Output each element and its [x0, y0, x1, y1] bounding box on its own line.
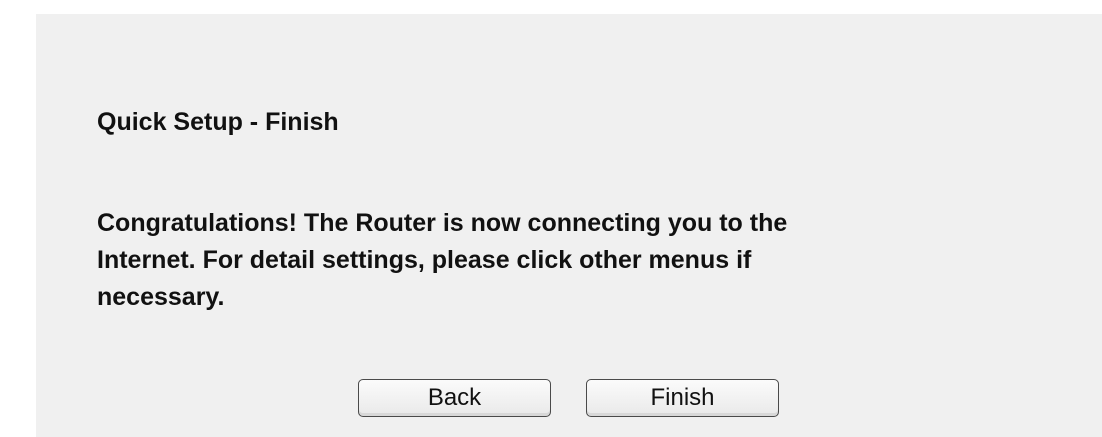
- message-line: Congratulations! The Router is now conne…: [97, 209, 788, 237]
- message-line: Internet. For detail settings, please cl…: [97, 246, 752, 274]
- setup-panel: Quick Setup - Finish Congratulations! Th…: [36, 14, 1102, 437]
- message-line: necessary.: [97, 283, 225, 311]
- finish-button[interactable]: Finish: [586, 379, 779, 417]
- congratulations-message: Congratulations! The Router is now conne…: [97, 205, 997, 316]
- page-title: Quick Setup - Finish: [97, 108, 339, 136]
- back-button[interactable]: Back: [358, 379, 551, 417]
